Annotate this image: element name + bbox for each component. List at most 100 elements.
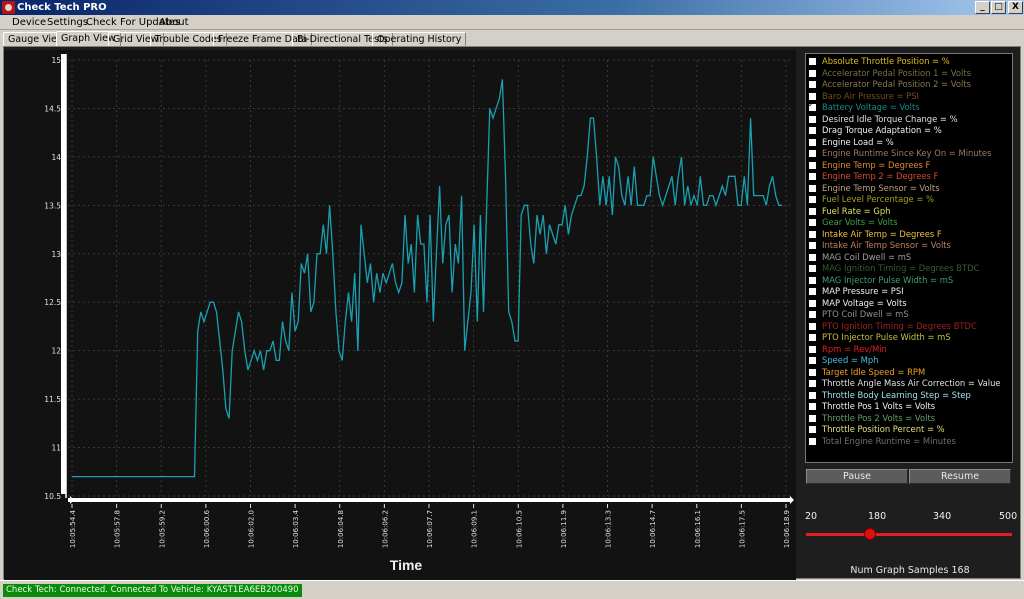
tab-operating-history[interactable]: Operating History <box>372 32 467 46</box>
legend-checkbox[interactable] <box>809 253 816 261</box>
legend-label: Rpm = Rev/Min <box>822 343 887 354</box>
legend-checkbox[interactable] <box>809 161 816 169</box>
legend-checkbox[interactable] <box>809 58 816 65</box>
legend-checkbox[interactable] <box>809 426 816 433</box>
legend-item[interactable]: Throttle Position Percent = % <box>809 424 945 436</box>
legend-item[interactable]: MAP Voltage = Volts <box>809 298 907 310</box>
legend-item[interactable]: Baro Air Pressure = PSI <box>809 91 919 103</box>
legend-checkbox[interactable] <box>809 81 816 88</box>
legend-checkbox[interactable] <box>809 196 816 203</box>
legend-label: Battery Voltage = Volts <box>822 102 920 112</box>
slider-tick-label: 20 <box>805 511 818 522</box>
legend-item[interactable]: Battery Voltage = Volts <box>808 99 920 114</box>
legend-item[interactable]: Throttle Pos 2 Volts = Volts <box>809 413 935 425</box>
legend-item[interactable]: Gear Volts = Volts <box>809 217 898 229</box>
legend-checkbox[interactable] <box>809 322 816 330</box>
legend-checkbox[interactable] <box>809 311 816 318</box>
legend-item[interactable]: Desired Idle Torque Change = % <box>809 114 958 126</box>
legend-checkbox[interactable] <box>809 345 816 353</box>
legend-item[interactable]: Engine Temp 2 = Degrees F <box>809 171 938 183</box>
x-tick-label: 10:06:14.7 <box>649 510 657 548</box>
legend-item[interactable]: Rpm = Rev/Min <box>809 344 887 356</box>
resume-button[interactable]: Resume <box>909 469 1011 484</box>
legend-checkbox[interactable] <box>809 437 816 445</box>
status-bar: Check Tech: Connected. Connected To Vehi… <box>0 580 1024 599</box>
legend-item[interactable]: Throttle Pos 1 Volts = Volts <box>809 401 935 413</box>
legend-checkbox[interactable] <box>809 265 816 272</box>
legend-checkbox[interactable] <box>809 173 816 180</box>
x-tick-label: 10:06:02.0 <box>248 510 256 548</box>
legend-item[interactable]: MAP Pressure = PSI <box>809 286 904 298</box>
menu-device[interactable]: Device <box>12 17 46 29</box>
legend-item[interactable]: Engine Temp Sensor = Volts <box>809 183 940 195</box>
legend-checkbox[interactable] <box>809 380 816 387</box>
slider-thumb[interactable] <box>863 528 876 540</box>
slider-tick-label: 500 <box>999 511 1018 522</box>
legend-item[interactable]: Absolute Throttle Position = % <box>809 56 950 68</box>
slider-track[interactable] <box>806 533 1012 536</box>
legend-label: Engine Temp = Degrees F <box>822 159 931 170</box>
legend-checkbox[interactable] <box>809 69 816 77</box>
slider-tick-label: 340 <box>933 511 952 522</box>
legend-checkbox[interactable] <box>809 391 816 399</box>
legend-item[interactable]: PTO Injector Pulse Width = mS <box>809 332 951 344</box>
legend-item[interactable]: MAG Coil Dwell = mS <box>809 252 911 264</box>
legend-item[interactable]: Intake Air Temp Sensor = Volts <box>809 240 951 252</box>
vertical-scrollbar[interactable] <box>61 54 66 494</box>
y-tick-label: 13 <box>51 250 61 259</box>
legend-checkbox[interactable] <box>809 334 816 341</box>
legend-item[interactable]: Drag Torque Adaptation = % <box>809 125 942 137</box>
legend-item[interactable]: PTO Coil Dwell = mS <box>809 309 909 321</box>
legend-checkbox[interactable] <box>809 150 816 157</box>
legend-label: Speed = Mph <box>822 355 879 365</box>
legend-label: Desired Idle Torque Change = % <box>822 113 958 124</box>
legend-item[interactable]: Engine Temp = Degrees F <box>809 160 930 172</box>
y-tick-label: 15 <box>51 56 61 65</box>
legend-checkbox[interactable] <box>809 368 816 376</box>
legend-label: Engine Temp Sensor = Volts <box>822 182 940 193</box>
legend-checkbox[interactable] <box>809 242 816 249</box>
legend-item[interactable]: PTO Ignition Timing = Degrees BTDC <box>809 321 977 333</box>
legend-item[interactable]: Accelerator Pedal Position 1 = Volts <box>809 68 971 80</box>
legend-item[interactable]: Throttle Angle Mass Air Correction = Val… <box>809 378 1001 390</box>
legend-item[interactable]: MAG Injector Pulse Width = mS <box>809 275 953 287</box>
legend-item[interactable]: MAG Ignition Timing = Degrees BTDC <box>809 263 979 275</box>
maximize-button[interactable]: □ <box>991 1 1006 14</box>
legend-label: Throttle Angle Mass Air Correction = Val… <box>822 378 1001 388</box>
legend-checkbox[interactable] <box>809 414 816 422</box>
menu-about[interactable]: About <box>159 17 189 29</box>
legend-item[interactable]: Engine Load = % <box>809 137 894 149</box>
legend-item[interactable]: Total Engine Runtime = Minutes <box>809 436 956 448</box>
x-tick-label: 10:06:04.8 <box>337 510 345 548</box>
legend-label: Fuel Level Percentage = % <box>822 194 934 204</box>
close-button[interactable]: X <box>1008 1 1023 14</box>
legend-item[interactable]: Target Idle Speed = RPM <box>809 367 925 379</box>
legend-checkbox[interactable] <box>809 299 816 307</box>
legend-checkbox[interactable] <box>809 276 816 284</box>
legend-item[interactable]: Fuel Level Percentage = % <box>809 194 934 206</box>
legend-item[interactable]: Throttle Body Learning Step = Step <box>809 390 971 402</box>
minimize-button[interactable]: _ <box>975 1 990 14</box>
legend-checkbox[interactable] <box>809 219 816 226</box>
legend-label: Accelerator Pedal Position 2 = Volts <box>822 79 971 89</box>
pause-button[interactable]: Pause <box>806 469 908 484</box>
legend-item[interactable]: Fuel Rate = Gph <box>809 206 890 218</box>
legend-checkbox[interactable] <box>809 403 816 410</box>
connection-status: Check Tech: Connected. Connected To Vehi… <box>3 584 302 597</box>
legend-checkbox[interactable] <box>809 207 816 215</box>
legend-checkbox[interactable] <box>809 138 816 146</box>
legend-checkbox[interactable] <box>808 99 816 111</box>
legend-checkbox[interactable] <box>809 115 816 123</box>
legend-item[interactable]: Speed = Mph <box>809 355 878 367</box>
legend-item[interactable]: Accelerator Pedal Position 2 = Volts <box>809 79 971 91</box>
x-tick-label: 10:05:54.4 <box>69 509 77 548</box>
legend-checkbox[interactable] <box>809 127 816 134</box>
legend-checkbox[interactable] <box>809 288 816 295</box>
legend-checkbox[interactable] <box>809 184 816 192</box>
legend-item[interactable]: Engine Runtime Since Key On = Minutes <box>809 148 991 160</box>
legend-item[interactable]: Intake Air Temp = Degrees F <box>809 229 942 241</box>
menu-settings[interactable]: Settings <box>47 17 88 29</box>
legend-checkbox[interactable] <box>809 357 816 364</box>
horizontal-scrollbar[interactable] <box>68 498 790 502</box>
legend-checkbox[interactable] <box>809 230 816 238</box>
